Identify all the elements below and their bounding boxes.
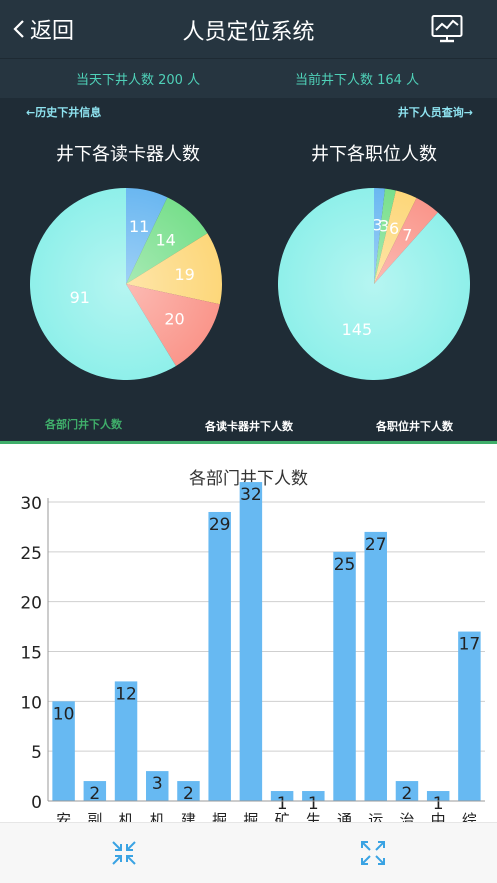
bottom-bar <box>0 822 497 883</box>
x-tick-label: 建 <box>181 811 196 822</box>
y-tick-label: 5 <box>31 743 42 763</box>
tab-reader[interactable]: 各读卡器井下人数 <box>205 418 293 434</box>
bar-value-label: 10 <box>53 704 75 724</box>
reader-pie-title: 井下各读卡器人数 <box>56 144 200 165</box>
x-tick-label: 综 <box>462 811 477 822</box>
y-tick-label: 25 <box>20 544 42 564</box>
bar-value-label: 3 <box>152 774 163 794</box>
tab-position[interactable]: 各职位井下人数 <box>376 418 453 434</box>
bar-value-label: 32 <box>240 485 262 505</box>
x-tick-label: 机 <box>150 811 165 822</box>
y-tick-label: 30 <box>20 494 42 514</box>
bar-value-label: 17 <box>459 635 481 655</box>
pie-panel: ←历史下井信息 井下人员查询→ 井下各读卡器人数 井下各职位人数 1114192… <box>0 98 497 441</box>
bar-value-label: 25 <box>334 555 356 575</box>
position-pie-chart: 3367145 <box>278 188 470 380</box>
query-link[interactable]: 井下人员查询→ <box>398 104 473 120</box>
y-tick-label: 0 <box>31 793 42 813</box>
history-link[interactable]: ←历史下井信息 <box>26 104 101 120</box>
pie-highlight <box>30 188 222 380</box>
page-title: 人员定位系统 <box>182 20 315 45</box>
position-pie-title: 井下各职位人数 <box>311 144 437 165</box>
x-tick-label: 安 <box>56 811 71 822</box>
current-count-label: 当前井下人数 164 人 <box>295 73 420 88</box>
today-count-label: 当天下井人数 200 人 <box>76 73 201 88</box>
x-tick-label: 生 <box>306 811 321 822</box>
x-tick-label: 中 <box>431 811 446 822</box>
department-bar-chart: 05101520253010安2副12机3机2建29掘32掘1矿1生25通27运… <box>20 482 485 822</box>
monitor-chart-icon[interactable] <box>431 14 463 44</box>
top-bar: 返回 人员定位系统 <box>0 0 497 58</box>
pie-highlight <box>278 188 470 380</box>
bar[interactable] <box>239 482 263 801</box>
x-tick-label: 掘 <box>212 811 227 822</box>
x-tick-label: 运 <box>368 811 383 822</box>
bar-value-label: 27 <box>365 535 387 555</box>
stats-bar: 当天下井人数 200 人 当前井下人数 164 人 <box>0 58 497 98</box>
bar[interactable] <box>458 631 481 801</box>
tab-department[interactable]: 各部门井下人数 <box>45 416 122 432</box>
x-tick-label: 掘 <box>243 811 258 822</box>
bar[interactable] <box>208 511 231 801</box>
collapse-icon[interactable] <box>110 839 138 867</box>
reader-pie-chart: 1114192091 <box>30 188 222 380</box>
bar-chart-panel: 各部门井下人数 0 5 10 15 20 25 30 10 安 2 副 12 机 3 机 2 建 29 掘 32 掘 1 矿… <box>0 444 497 822</box>
back-button[interactable]: 返回 <box>12 14 74 44</box>
bar-value-label: 12 <box>115 684 137 704</box>
bar-value-label: 29 <box>209 515 231 535</box>
bar[interactable] <box>333 551 356 801</box>
x-tick-label: 通 <box>337 811 352 822</box>
x-tick-label: 治 <box>399 811 414 822</box>
x-tick-label: 矿 <box>275 811 290 822</box>
x-tick-label: 副 <box>87 811 102 822</box>
expand-icon[interactable] <box>359 839 387 867</box>
y-tick-label: 20 <box>20 594 42 614</box>
bar[interactable] <box>364 531 387 801</box>
back-label: 返回 <box>30 19 75 44</box>
chevron-left-icon <box>13 20 24 38</box>
y-tick-label: 10 <box>20 693 42 713</box>
x-tick-label: 机 <box>119 811 134 822</box>
y-tick-label: 15 <box>20 644 42 664</box>
